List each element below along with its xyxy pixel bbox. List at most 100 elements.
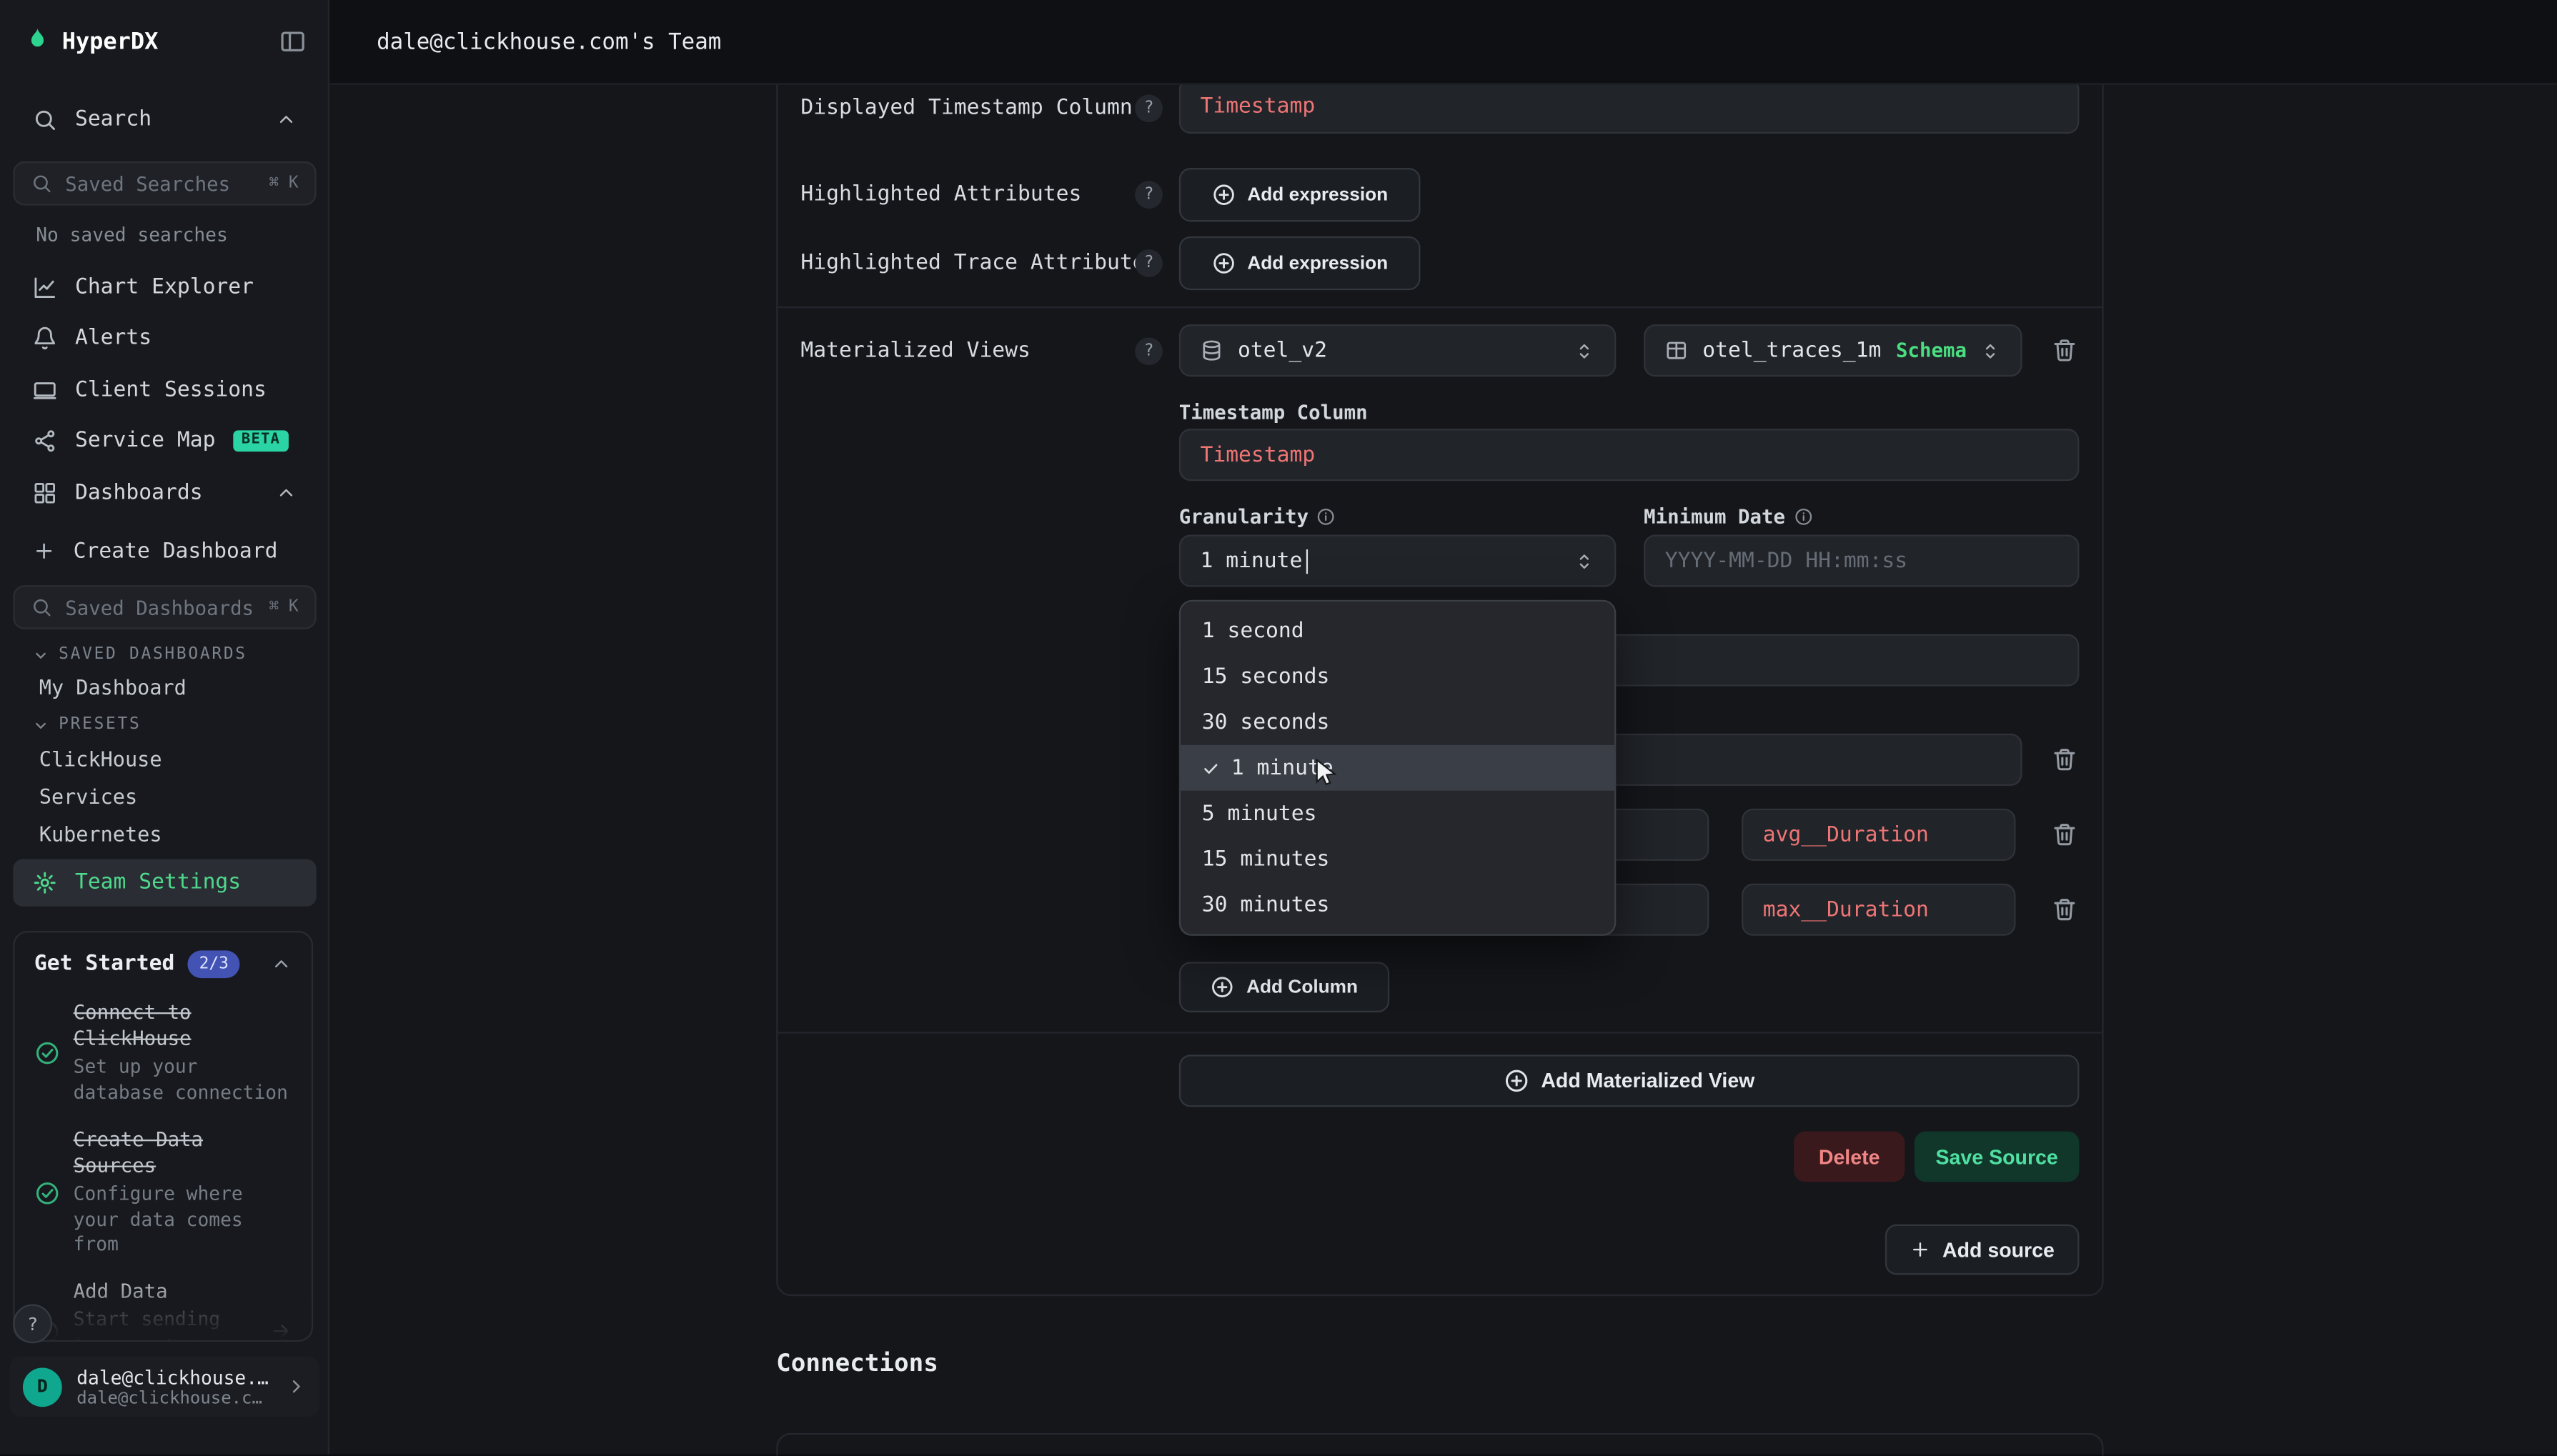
delete-column-icon[interactable]	[2052, 897, 2078, 923]
add-expression-button[interactable]: Add expression	[1179, 168, 1421, 221]
get-started-step-connect[interactable]: Connect to ClickHouse Set up your databa…	[34, 999, 292, 1105]
timestamp-column-input[interactable]	[1200, 443, 2057, 467]
granularity-option[interactable]: 15 seconds	[1181, 654, 1614, 699]
gear-icon	[33, 871, 57, 895]
sidebar-item-services[interactable]: Services	[13, 777, 316, 814]
check-circle-icon	[34, 1127, 61, 1257]
materialized-views-label: Materialized Views	[800, 339, 1030, 364]
search-icon	[33, 106, 57, 131]
search-icon	[31, 597, 52, 618]
sidebar-item-dashboards[interactable]: Dashboards	[13, 469, 316, 515]
save-source-button[interactable]: Save Source	[1915, 1132, 2079, 1182]
granularity-dropdown: 1 second 15 seconds 30 seconds 1 minute …	[1179, 600, 1617, 936]
sidebar-item-label: Alerts	[75, 325, 152, 349]
delete-view-icon[interactable]	[2052, 337, 2078, 364]
granularity-option[interactable]: 1 second	[1181, 608, 1614, 654]
granularity-option[interactable]: 5 minutes	[1181, 791, 1614, 837]
sidebar-item-label: Service Map	[75, 428, 215, 452]
help-icon: ?	[27, 1313, 38, 1335]
sidebar-item-chart-explorer[interactable]: Chart Explorer	[13, 264, 316, 310]
get-started-header[interactable]: Get Started 2/3	[34, 950, 292, 978]
sidebar-item-client-sessions[interactable]: Client Sessions	[13, 367, 316, 412]
sidebar-item-kubernetes[interactable]: Kubernetes	[13, 815, 316, 852]
chevron-right-icon	[285, 1376, 307, 1397]
saved-searches-searchbox[interactable]: ⌘ K	[13, 161, 316, 206]
create-dashboard-button[interactable]: Create Dashboard	[13, 528, 316, 574]
connections-panel	[776, 1433, 2103, 1456]
highlighted-trace-attributes-label: Highlighted Trace Attributes	[800, 251, 1158, 275]
add-expression-label: Add expression	[1247, 254, 1388, 273]
highlighted-attributes-label: Highlighted Attributes	[800, 183, 1081, 207]
minimum-date-input-wrap	[1644, 534, 2079, 587]
plus-icon	[1910, 1239, 1931, 1260]
step-description: Set up your database connection	[74, 1055, 292, 1105]
materialized-table-select[interactable]: otel_traces_1m Schema	[1644, 324, 2022, 377]
app-window: HyperDX Search ⌘ K No saved searches Cha…	[0, 0, 2557, 1454]
chevron-down-icon	[33, 647, 49, 663]
preset-link-label: ClickHouse	[39, 747, 162, 771]
section-presets[interactable]: PRESETS	[33, 716, 141, 734]
help-glyph: ?	[1144, 342, 1154, 360]
sidebar-item-clickhouse[interactable]: ClickHouse	[13, 740, 316, 777]
help-tooltip-icon[interactable]: ?	[1135, 94, 1163, 122]
collapse-sidebar-icon[interactable]	[279, 28, 307, 56]
saved-searches-input[interactable]	[65, 172, 256, 195]
delete-column-icon[interactable]	[2052, 822, 2078, 848]
add-column-button[interactable]: Add Column	[1179, 962, 1389, 1012]
chart-icon	[33, 274, 57, 299]
column-alias-input[interactable]	[1763, 897, 1995, 922]
info-icon[interactable]	[1317, 507, 1336, 527]
granularity-option[interactable]: 30 seconds	[1181, 699, 1614, 745]
help-tooltip-icon[interactable]: ?	[1135, 181, 1163, 209]
sidebar-item-search[interactable]: Search	[13, 96, 316, 142]
plus-circle-icon	[1504, 1068, 1530, 1095]
no-saved-searches-text: No saved searches	[36, 224, 228, 246]
service-map-icon	[33, 428, 57, 452]
sidebar-item-team-settings[interactable]: Team Settings	[13, 859, 316, 907]
saved-dashboards-searchbox[interactable]: ⌘ K	[13, 585, 316, 629]
add-materialized-view-button[interactable]: Add Materialized View	[1179, 1054, 2080, 1107]
get-started-panel: Get Started 2/3 Connect to ClickHouse Se…	[13, 931, 313, 1342]
help-tooltip-icon[interactable]: ?	[1135, 249, 1163, 277]
user-menu[interactable]: D dale@clickhouse.… dale@clickhouse.c…	[10, 1357, 320, 1417]
sidebar-item-my-dashboard[interactable]: My Dashboard	[13, 669, 316, 706]
add-source-button[interactable]: Add source	[1885, 1225, 2080, 1275]
timestamp-column-label: Timestamp Column	[1179, 401, 1368, 424]
saved-dashboards-input[interactable]	[65, 596, 256, 619]
step-title: Create Data Sources	[74, 1127, 292, 1180]
column-alias-input[interactable]	[1763, 822, 1995, 847]
section-saved-dashboards[interactable]: SAVED DASHBOARDS	[33, 646, 247, 664]
plus-icon	[33, 539, 56, 562]
materialized-view-value: otel_v2	[1238, 338, 1327, 362]
sidebar-item-alerts[interactable]: Alerts	[13, 314, 316, 360]
step-title: Connect to ClickHouse	[74, 999, 292, 1052]
granularity-value: 1 minute	[1200, 549, 1302, 573]
option-label: 1 second	[1202, 619, 1304, 643]
user-email: dale@clickhouse.c…	[76, 1388, 271, 1407]
get-started-step-sources[interactable]: Create Data Sources Configure where your…	[34, 1127, 292, 1257]
displayed-timestamp-input[interactable]	[1200, 94, 2057, 118]
help-button[interactable]: ?	[13, 1305, 52, 1344]
option-label: 15 seconds	[1202, 664, 1330, 689]
create-dashboard-label: Create Dashboard	[74, 539, 278, 563]
check-icon	[1202, 759, 1220, 777]
add-expression-button[interactable]: Add expression	[1179, 236, 1421, 290]
section-label: SAVED DASHBOARDS	[59, 646, 247, 664]
materialized-view-select[interactable]: otel_v2	[1179, 324, 1617, 377]
delete-source-button[interactable]: Delete	[1794, 1132, 1905, 1182]
beta-badge: BETA	[234, 429, 289, 451]
option-label: 30 minutes	[1202, 892, 1330, 917]
minimum-date-input[interactable]	[1665, 549, 2058, 573]
info-icon[interactable]	[1793, 507, 1812, 527]
schema-link[interactable]: Schema	[1896, 339, 1967, 362]
granularity-option[interactable]: 30 minutes	[1181, 882, 1614, 928]
sidebar-item-label: Search	[75, 106, 152, 131]
granularity-option-selected[interactable]: 1 minute	[1181, 745, 1614, 791]
sidebar-item-service-map[interactable]: Service Map BETA	[13, 417, 316, 463]
column-alias-input-wrap	[1742, 809, 2015, 861]
granularity-option[interactable]: 15 minutes	[1181, 837, 1614, 882]
help-tooltip-icon[interactable]: ?	[1135, 337, 1163, 365]
delete-column-icon[interactable]	[2052, 747, 2078, 773]
granularity-select[interactable]: 1 minute	[1179, 534, 1617, 587]
option-label: 15 minutes	[1202, 847, 1330, 871]
